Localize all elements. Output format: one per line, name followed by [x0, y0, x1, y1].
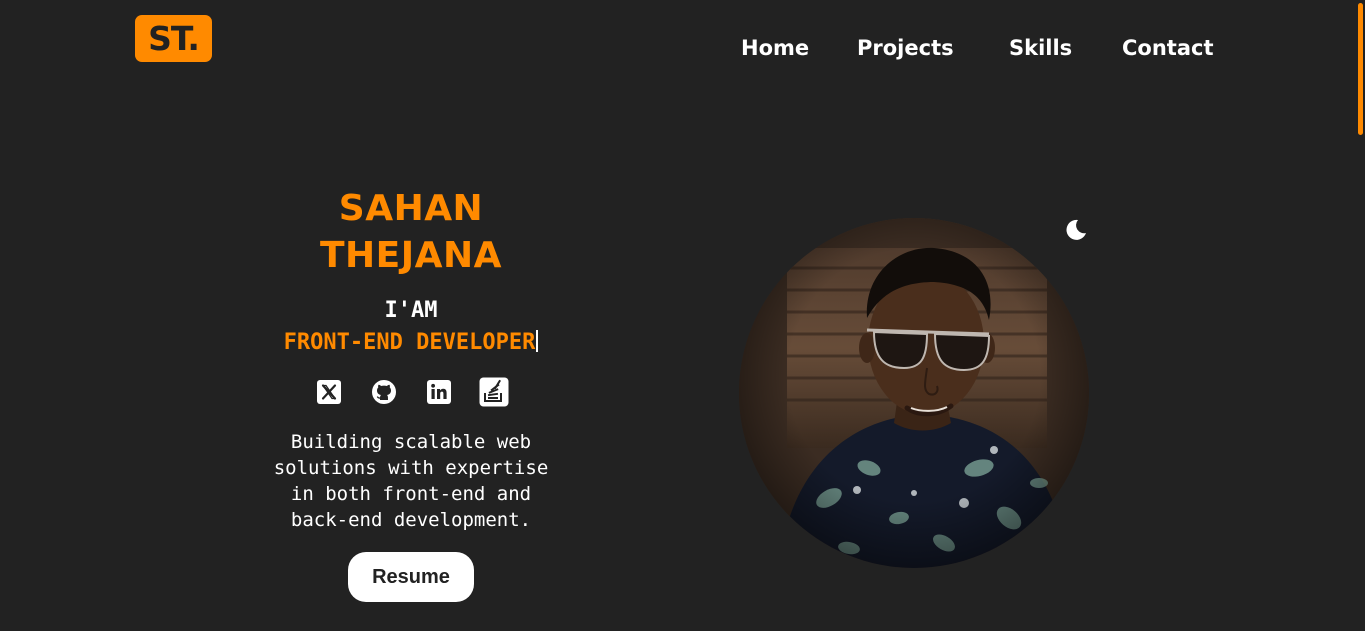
scrollbar-thumb[interactable]: [1358, 3, 1363, 135]
scrollbar-track[interactable]: [1357, 0, 1365, 631]
nav-projects[interactable]: Projects: [857, 34, 954, 62]
github-icon: [371, 380, 396, 404]
x-twitter-icon: [316, 380, 341, 404]
github-link[interactable]: [369, 377, 399, 407]
description-line: Building scalable web: [290, 431, 532, 453]
hero-description: Building scalable web solutions with exp…: [250, 429, 572, 533]
resume-button[interactable]: Resume: [348, 552, 474, 602]
hero-name: SAHAN THEJANA: [250, 185, 572, 279]
hero-name-last: THEJANA: [319, 235, 503, 276]
page: ST. Home Projects Skills Contact SAHAN T…: [0, 0, 1365, 631]
linkedin-link[interactable]: [424, 377, 454, 407]
moon-icon: [1066, 219, 1086, 240]
site-logo[interactable]: ST.: [135, 15, 212, 62]
stackoverflow-icon: [479, 377, 508, 407]
nav-contact[interactable]: Contact: [1122, 34, 1214, 62]
theme-toggle[interactable]: [1064, 218, 1088, 242]
typing-cursor: [536, 330, 539, 352]
profile-photo-illustration: [739, 218, 1089, 568]
logo-text: ST.: [148, 19, 200, 58]
hero-role: FRONT-END DEVELOPER: [283, 330, 536, 355]
social-links: [250, 377, 572, 407]
description-line: back-end development.: [290, 509, 532, 531]
profile-photo: [739, 218, 1089, 568]
hero-name-first: SAHAN: [338, 188, 484, 229]
nav-home[interactable]: Home: [741, 34, 809, 62]
linkedin-icon: [426, 380, 451, 404]
hero-iam: I'AM: [384, 298, 438, 323]
hero-role-line: FRONT-END DEVELOPER: [250, 327, 572, 359]
nav-skills[interactable]: Skills: [1009, 34, 1072, 62]
description-line: in both front-end and: [290, 483, 532, 505]
description-line: solutions with expertise: [273, 457, 549, 479]
x-twitter-link[interactable]: [314, 377, 344, 407]
stackoverflow-link[interactable]: [479, 377, 509, 407]
hero-intro: SAHAN THEJANA I'AM FRONT-END DEVELOPER B…: [250, 180, 572, 602]
